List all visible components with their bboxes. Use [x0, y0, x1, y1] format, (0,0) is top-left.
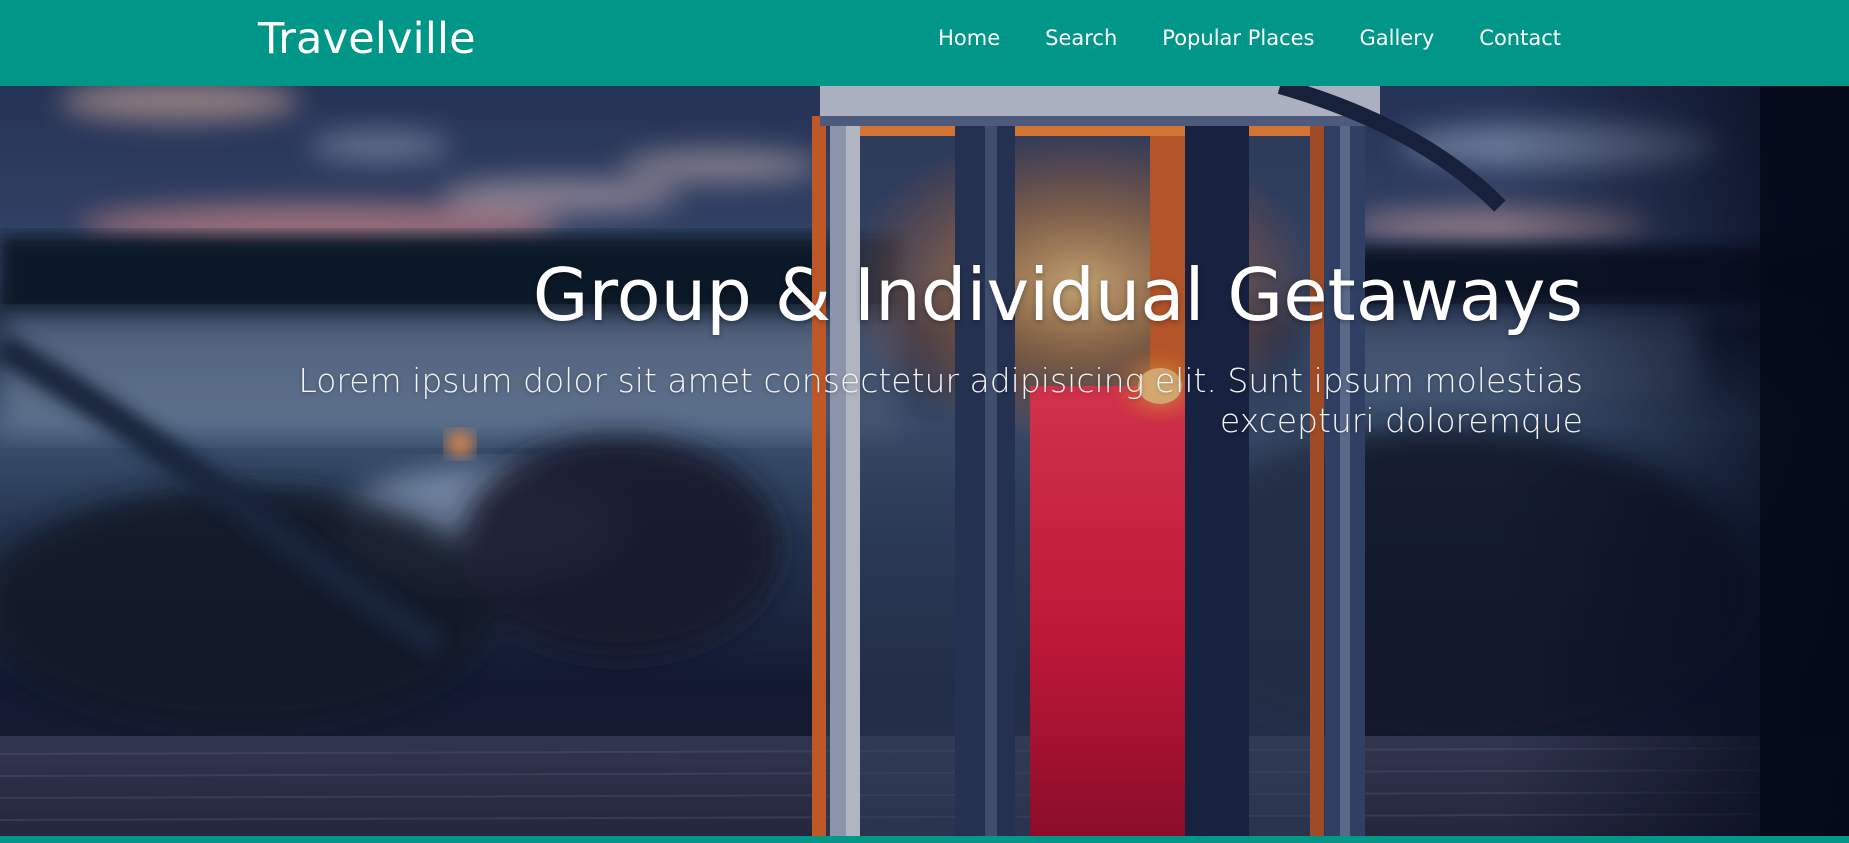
nav-link-search[interactable]: Search: [1045, 26, 1117, 50]
nav-item-popular-places: Popular Places: [1162, 26, 1314, 50]
nav-item-contact: Contact: [1479, 26, 1561, 50]
hero-text: Group & Individual Getaways Lorem ipsum …: [283, 253, 1583, 442]
hero-subtitle: Lorem ipsum dolor sit amet consectetur a…: [298, 361, 1583, 441]
hero-section: Group & Individual Getaways Lorem ipsum …: [0, 86, 1849, 836]
nav-link-contact[interactable]: Contact: [1479, 26, 1561, 50]
nav-link-gallery[interactable]: Gallery: [1360, 26, 1435, 50]
brand-logo[interactable]: Travelville: [258, 14, 476, 64]
nav-link-popular-places[interactable]: Popular Places: [1162, 26, 1314, 50]
nav-item-search: Search: [1045, 26, 1117, 50]
nav-link-home[interactable]: Home: [938, 26, 1000, 50]
bottom-accent-strip: [0, 836, 1849, 843]
nav-menu: Home Search Popular Places Gallery Conta…: [938, 26, 1561, 50]
navbar: Travelville Home Search Popular Places G…: [0, 0, 1849, 86]
nav-item-home: Home: [938, 26, 1000, 50]
hero-title: Group & Individual Getaways: [532, 253, 1583, 337]
hero-background-image: [0, 86, 1849, 836]
nav-item-gallery: Gallery: [1360, 26, 1435, 50]
page: Travelville Home Search Popular Places G…: [0, 0, 1849, 843]
